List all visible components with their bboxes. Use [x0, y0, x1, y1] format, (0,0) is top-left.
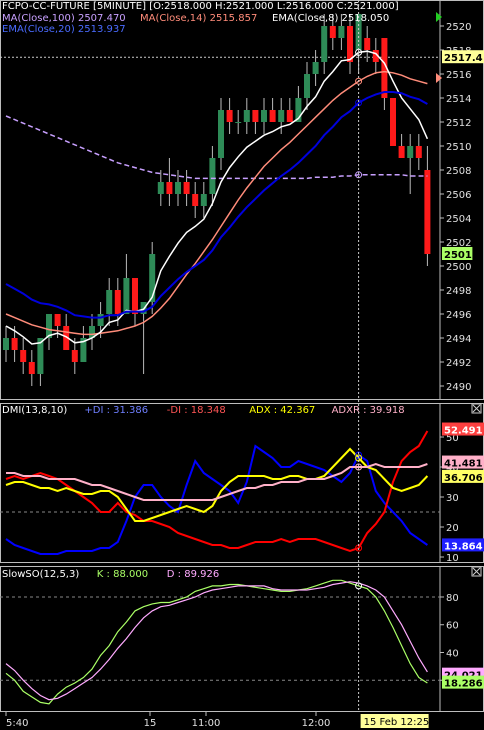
candle-body — [321, 26, 328, 62]
candle-body — [235, 122, 242, 123]
candle-body — [329, 26, 336, 38]
y-tick-label: 2520 — [446, 22, 471, 33]
candle-body — [304, 74, 310, 98]
candle-body — [11, 338, 18, 350]
candle-body — [71, 350, 78, 362]
y-tick-label: 2512 — [446, 118, 471, 129]
candle-body — [28, 362, 35, 374]
candle-body — [338, 26, 345, 38]
candle-body — [209, 158, 216, 194]
chart-title: FCPO-CC-FUTURE [5MINUTE] [O:2518.000 H:2… — [2, 1, 399, 12]
series-line-ema-close-20- — [5, 91, 428, 319]
y-tick-label: 30 — [446, 493, 459, 504]
y-tick-label: 2492 — [446, 358, 471, 369]
candle-body — [183, 182, 190, 194]
y-tick-label: 2494 — [446, 334, 471, 345]
candle-body — [106, 290, 113, 314]
y-tick-label: 2510 — [446, 142, 471, 153]
chart-window: 2520251825162514251225102508250625042502… — [0, 0, 484, 730]
series-line--di — [5, 430, 429, 553]
candle-body — [20, 350, 27, 362]
y-tick-label: 10 — [446, 553, 459, 564]
candle-body — [278, 110, 285, 122]
y-tick-label: 2490 — [446, 382, 471, 393]
x-tick-label: 12:00 — [302, 718, 331, 729]
candle-body — [286, 110, 293, 122]
series-line-ma-close-14- — [5, 70, 428, 336]
y-tick-label: 2504 — [446, 214, 471, 225]
pane-frame-1 — [0, 403, 484, 563]
price-badge: 2501 — [444, 250, 472, 261]
candle-body — [243, 110, 250, 122]
close-pane-icon-cross — [472, 567, 481, 576]
y-tick-label: 2498 — [446, 286, 471, 297]
candle-body — [261, 110, 267, 122]
candle-body — [218, 110, 224, 158]
y-tick-label: 2508 — [446, 166, 471, 177]
candle-body — [166, 182, 173, 194]
candle-body — [54, 314, 61, 326]
close-pane-icon-cross — [472, 404, 481, 413]
y-tick-label: 2516 — [446, 70, 471, 81]
legend-entry: ADX : 42.367 — [249, 405, 315, 416]
candle-body — [364, 38, 371, 50]
y-tick-label: 2514 — [446, 94, 471, 105]
candle-body — [157, 182, 164, 194]
x-tick-label: 11:00 — [192, 718, 221, 729]
candle-body — [398, 146, 405, 158]
y-tick-label: 40 — [446, 648, 459, 659]
value-badge: 36.706 — [444, 473, 483, 484]
legend-entry: MA(Close,14) 2515.857 — [140, 13, 257, 24]
y-tick-label: 2496 — [446, 310, 471, 321]
candle-body — [407, 146, 414, 158]
candle-body — [132, 278, 138, 314]
legend-entry: MA(Close,100) 2507.470 — [2, 13, 126, 24]
legend-entry: EMA(Close,8) 2518.050 — [272, 13, 389, 24]
legend-entry: EMA(Close,20) 2513.937 — [2, 24, 126, 35]
legend-entry: D : 89.926 — [167, 569, 219, 580]
x-tick-label: 5:40 — [6, 718, 28, 729]
legend-entry: SlowSO(12,5,3) — [2, 569, 79, 580]
value-badge: 13.864 — [444, 541, 483, 552]
candle-body — [192, 194, 199, 206]
candle-body — [123, 278, 130, 314]
y-tick-label: 20 — [446, 523, 459, 534]
series-line-d — [5, 581, 428, 701]
candle-body — [347, 26, 353, 62]
y-tick-label: 2500 — [446, 262, 471, 273]
legend-entry: DMI(13,8,10) — [2, 405, 67, 416]
pane-frame-0 — [0, 0, 484, 400]
legend-entry: K : 88.000 — [97, 569, 148, 580]
candle-body — [252, 110, 259, 122]
candle-body — [175, 182, 181, 194]
value-badge: 52.491 — [444, 426, 483, 437]
cursor-time-label: 15 Feb 12:25 — [364, 717, 430, 728]
candle-body — [424, 170, 431, 254]
legend-entry: +DI : 31.386 — [84, 405, 148, 416]
candle-body — [390, 98, 396, 146]
y-tick-label: 2506 — [446, 190, 471, 201]
legend-entry: ADXR : 39.918 — [332, 405, 405, 416]
x-tick-label: 15 — [144, 718, 157, 729]
candle-body — [3, 338, 9, 350]
candle-body — [415, 146, 422, 158]
candle-body — [226, 110, 233, 122]
value-badge: 41.481 — [444, 459, 483, 470]
chart-canvas[interactable]: 2520251825162514251225102508250625042502… — [0, 0, 484, 730]
series-line-k — [5, 579, 428, 705]
candle-body — [97, 314, 104, 326]
candle-body — [269, 110, 276, 122]
y-tick-label: 60 — [446, 621, 459, 632]
candle-body — [114, 290, 121, 314]
up-arrow-icon — [436, 12, 442, 22]
candle-body — [312, 62, 319, 74]
series-line-ma-close-100- — [5, 115, 428, 180]
series-line-ema-close-8- — [5, 50, 429, 345]
y-tick-label: 80 — [446, 593, 459, 604]
candle-body — [200, 194, 207, 206]
value-badge: 18.286 — [444, 679, 483, 690]
price-badge: 2517.4 — [444, 53, 483, 64]
legend-entry: -DI : 18.348 — [167, 405, 226, 416]
